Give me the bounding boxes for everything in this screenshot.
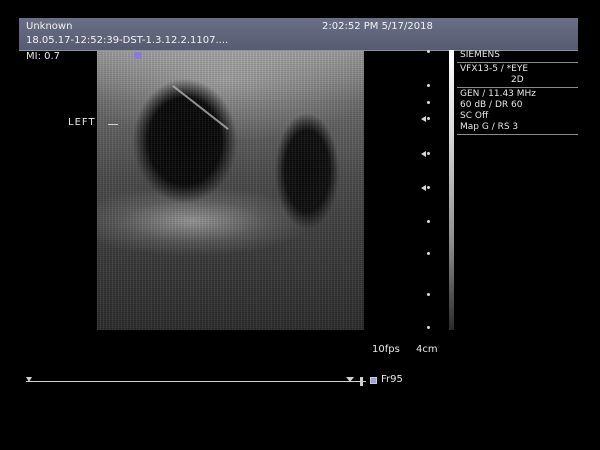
imaging-mode: 2D <box>511 75 524 85</box>
study-id: 18.05.17-12:52:39-DST-1.3.12.2.1107.... <box>26 35 229 46</box>
header-bar: Unknown 2:02:52 PM 5/17/2018 18.05.17-12… <box>19 18 578 51</box>
ultrasound-image[interactable] <box>97 51 364 330</box>
acquisition-info-panel: SIEMENS VFX13-5 / *EYE 2D GEN / 11.43 MH… <box>457 50 578 136</box>
depth-marker-icon <box>427 50 430 53</box>
spatial-compounding: SC Off <box>460 111 489 121</box>
imaging-depth: 4cm <box>416 344 438 355</box>
depth-marker-icon <box>427 220 430 223</box>
focus-arrow-icon <box>421 151 426 157</box>
depth-marker-icon <box>427 186 430 189</box>
divider <box>457 62 578 63</box>
speckle-texture <box>97 51 364 330</box>
dynamic-range: 60 dB / DR 60 <box>460 100 523 110</box>
cine-start-marker-icon[interactable] <box>26 377 32 382</box>
focus-arrow-icon <box>421 116 426 122</box>
frame-rate: 10fps <box>372 344 400 355</box>
divider <box>457 134 578 135</box>
depth-marker-icon <box>427 117 430 120</box>
depth-marker-icon <box>427 293 430 296</box>
focus-arrow-icon <box>421 185 426 191</box>
manufacturer: SIEMENS <box>460 50 500 60</box>
divider <box>457 87 578 88</box>
patient-name: Unknown <box>26 21 73 32</box>
depth-marker-icon <box>427 326 430 329</box>
cine-end-marker-icon[interactable] <box>346 377 354 382</box>
depth-marker-icon <box>427 101 430 104</box>
transducer-preset: VFX13-5 / *EYE <box>460 64 529 74</box>
frequency: GEN / 11.43 MHz <box>460 89 537 99</box>
frame-number: Fr95 <box>381 374 403 385</box>
map-setting: Map G / RS 3 <box>460 122 519 132</box>
frame-icon <box>370 377 377 384</box>
orientation-tick <box>108 124 118 125</box>
grayscale-bar <box>449 50 454 330</box>
timestamp: 2:02:52 PM 5/17/2018 <box>322 21 433 32</box>
probe-orientation-marker-icon <box>134 52 142 59</box>
depth-marker-icon <box>427 152 430 155</box>
depth-marker-icon <box>427 252 430 255</box>
orientation-label: LEFT <box>68 117 96 128</box>
cine-position-handle[interactable] <box>360 377 363 386</box>
mechanical-index: MI: 0.7 <box>26 51 61 62</box>
cine-timeline[interactable] <box>26 381 366 382</box>
depth-marker-icon <box>427 84 430 87</box>
